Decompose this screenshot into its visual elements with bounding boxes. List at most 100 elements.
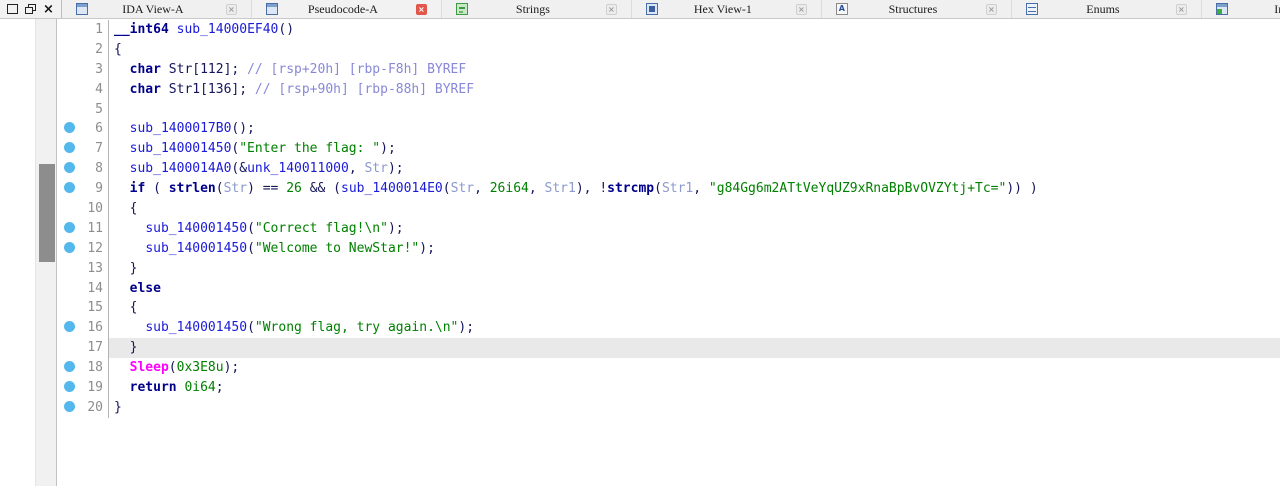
breakpoint-icon[interactable] <box>64 381 75 392</box>
code-line-8[interactable]: 8 sub_1400014A0(&unk_140011000, Str); <box>57 159 1280 179</box>
code-line-1[interactable]: 1__int64 sub_14000EF40() <box>57 20 1280 40</box>
token-plain <box>169 22 177 37</box>
code-line-2[interactable]: 2{ <box>57 40 1280 60</box>
breakpoint-gutter[interactable] <box>57 378 81 398</box>
tab-imports[interactable]: Imports× <box>1202 0 1280 18</box>
line-number: 14 <box>81 279 109 299</box>
breakpoint-icon[interactable] <box>64 122 75 133</box>
code-line-16[interactable]: 16 sub_140001450("Wrong flag, try again.… <box>57 318 1280 338</box>
code-text: { <box>109 40 1280 60</box>
code-line-18[interactable]: 18 Sleep(0x3E8u); <box>57 358 1280 378</box>
token-kw: char <box>130 82 161 97</box>
tab-close-icon[interactable]: × <box>796 4 807 15</box>
ida-view-icon <box>76 3 88 15</box>
token-lib: strlen <box>169 181 216 196</box>
code-text: __int64 sub_14000EF40() <box>109 20 1280 40</box>
tab-label: IDA View-A <box>88 0 218 18</box>
token-plain <box>114 121 130 136</box>
breakpoint-gutter[interactable] <box>57 179 81 199</box>
code-text: sub_140001450("Welcome to NewStar!"); <box>109 239 1280 259</box>
token-plain: ( <box>247 221 255 236</box>
code-line-3[interactable]: 3 char Str[112]; // [rsp+20h] [rbp-F8h] … <box>57 60 1280 80</box>
strings-icon <box>456 3 468 15</box>
vertical-scrollbar[interactable] <box>35 19 57 486</box>
code-line-10[interactable]: 10 { <box>57 199 1280 219</box>
breakpoint-gutter[interactable] <box>57 119 81 139</box>
breakpoint-icon[interactable] <box>64 242 75 253</box>
close-window-icon[interactable]: × <box>43 3 54 16</box>
code-line-20[interactable]: 20} <box>57 398 1280 418</box>
breakpoint-gutter[interactable] <box>57 338 81 358</box>
token-func: unk_140011000 <box>247 161 349 176</box>
code-line-15[interactable]: 15 { <box>57 298 1280 318</box>
token-var: Str <box>224 181 247 196</box>
breakpoint-icon[interactable] <box>64 222 75 233</box>
token-lib: strcmp <box>607 181 654 196</box>
tab-close-icon[interactable]: × <box>1176 4 1187 15</box>
code-line-14[interactable]: 14 else <box>57 279 1280 299</box>
tab-close-icon[interactable]: × <box>416 4 427 15</box>
code-text: } <box>109 338 1280 358</box>
breakpoint-gutter[interactable] <box>57 259 81 279</box>
breakpoint-gutter[interactable] <box>57 159 81 179</box>
token-plain: ( <box>247 241 255 256</box>
line-number: 4 <box>81 80 109 100</box>
breakpoint-icon[interactable] <box>64 162 75 173</box>
tab-strings[interactable]: Strings× <box>442 0 632 18</box>
line-number: 11 <box>81 219 109 239</box>
tab-ida-view-a[interactable]: IDA View-A × <box>62 0 252 18</box>
code-line-4[interactable]: 4 char Str1[136]; // [rsp+90h] [rbp-88h]… <box>57 80 1280 100</box>
breakpoint-gutter[interactable] <box>57 60 81 80</box>
code-line-7[interactable]: 7 sub_140001450("Enter the flag: "); <box>57 139 1280 159</box>
breakpoint-gutter[interactable] <box>57 100 81 120</box>
tab-label: Structures <box>848 0 978 18</box>
tab-pseudocode-a[interactable]: Pseudocode-A× <box>252 0 442 18</box>
breakpoint-gutter[interactable] <box>57 398 81 418</box>
code-line-6[interactable]: 6 sub_1400017B0(); <box>57 119 1280 139</box>
code-line-17[interactable]: 17 } <box>57 338 1280 358</box>
breakpoint-icon[interactable] <box>64 142 75 153</box>
breakpoint-icon[interactable] <box>64 182 75 193</box>
breakpoint-gutter[interactable] <box>57 279 81 299</box>
breakpoint-gutter[interactable] <box>57 199 81 219</box>
breakpoint-gutter[interactable] <box>57 80 81 100</box>
code-text <box>109 100 1280 120</box>
token-kw: else <box>130 281 161 296</box>
token-plain: ); <box>380 141 396 156</box>
token-cmt: // [rsp+20h] [rbp-F8h] BYREF <box>247 62 466 77</box>
tab-close-icon[interactable]: × <box>986 4 997 15</box>
breakpoint-gutter[interactable] <box>57 298 81 318</box>
token-plain <box>114 380 130 395</box>
breakpoint-gutter[interactable] <box>57 358 81 378</box>
breakpoint-icon[interactable] <box>64 321 75 332</box>
line-number: 8 <box>81 159 109 179</box>
tab-label: Enums <box>1038 0 1168 18</box>
token-plain: Str[112]; <box>161 62 247 77</box>
tab-structures[interactable]: AStructures× <box>822 0 1012 18</box>
breakpoint-gutter[interactable] <box>57 318 81 338</box>
tab-close-icon[interactable]: × <box>606 4 617 15</box>
tab-close-icon[interactable]: × <box>226 4 237 15</box>
restore-icon[interactable] <box>25 4 36 14</box>
hex-view-icon <box>646 3 658 15</box>
breakpoint-icon[interactable] <box>64 401 75 412</box>
breakpoint-gutter[interactable] <box>57 20 81 40</box>
token-plain <box>114 161 130 176</box>
line-number: 17 <box>81 338 109 358</box>
token-plain <box>114 141 130 156</box>
breakpoint-gutter[interactable] <box>57 239 81 259</box>
code-line-13[interactable]: 13 } <box>57 259 1280 279</box>
code-line-19[interactable]: 19 return 0i64; <box>57 378 1280 398</box>
code-line-12[interactable]: 12 sub_140001450("Welcome to NewStar!"); <box>57 239 1280 259</box>
scrollbar-thumb[interactable] <box>39 164 55 262</box>
code-line-5[interactable]: 5 <box>57 100 1280 120</box>
tab-hex-view-1[interactable]: Hex View-1× <box>632 0 822 18</box>
breakpoint-gutter[interactable] <box>57 219 81 239</box>
code-line-9[interactable]: 9 if ( strlen(Str) == 26 && (sub_1400014… <box>57 179 1280 199</box>
maximize-icon[interactable] <box>7 4 18 14</box>
code-line-11[interactable]: 11 sub_140001450("Correct flag!\n"); <box>57 219 1280 239</box>
tab-enums[interactable]: Enums × <box>1012 0 1202 18</box>
breakpoint-icon[interactable] <box>64 361 75 372</box>
breakpoint-gutter[interactable] <box>57 139 81 159</box>
breakpoint-gutter[interactable] <box>57 40 81 60</box>
